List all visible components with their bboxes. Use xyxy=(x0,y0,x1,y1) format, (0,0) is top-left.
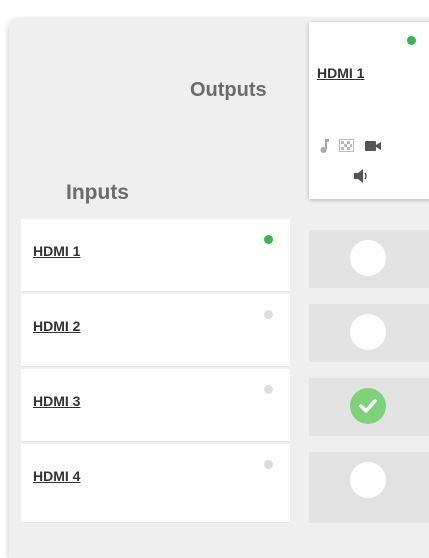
speaker-icon xyxy=(354,169,370,188)
crosspoint-cell xyxy=(309,230,429,288)
route-toggle[interactable] xyxy=(350,388,386,424)
input-name-link[interactable]: HDMI 1 xyxy=(33,243,80,259)
camera-icon xyxy=(365,139,381,157)
input-status-dot xyxy=(264,460,273,469)
input-name-link[interactable]: HDMI 4 xyxy=(33,468,80,484)
route-toggle[interactable] xyxy=(350,462,386,498)
crosspoint-cell xyxy=(309,452,429,523)
input-name-link[interactable]: HDMI 2 xyxy=(33,318,80,334)
checkmark-icon xyxy=(359,399,377,413)
output-name-link[interactable]: HDMI 1 xyxy=(317,65,364,81)
input-row-hdmi-2[interactable]: HDMI 2 xyxy=(21,294,290,367)
outputs-header: Outputs xyxy=(190,79,267,101)
output-card-hdmi-1[interactable]: HDMI 1 xyxy=(309,22,429,199)
crosspoint-cell xyxy=(309,378,429,436)
output-status-dot xyxy=(407,36,416,45)
input-row-hdmi-3[interactable]: HDMI 3 xyxy=(21,369,290,442)
input-status-dot xyxy=(264,385,273,394)
inputs-header: Inputs xyxy=(66,181,129,204)
music-icon xyxy=(319,139,329,158)
video-grid-icon xyxy=(339,139,354,157)
route-toggle[interactable] xyxy=(350,240,386,276)
route-toggle[interactable] xyxy=(350,314,386,350)
crosspoint-cell xyxy=(309,304,429,362)
input-row-hdmi-4[interactable]: HDMI 4 xyxy=(21,444,290,523)
input-row-hdmi-1[interactable]: HDMI 1 xyxy=(21,219,290,292)
input-status-dot xyxy=(264,235,273,244)
input-name-link[interactable]: HDMI 3 xyxy=(33,393,80,409)
input-status-dot xyxy=(264,310,273,319)
